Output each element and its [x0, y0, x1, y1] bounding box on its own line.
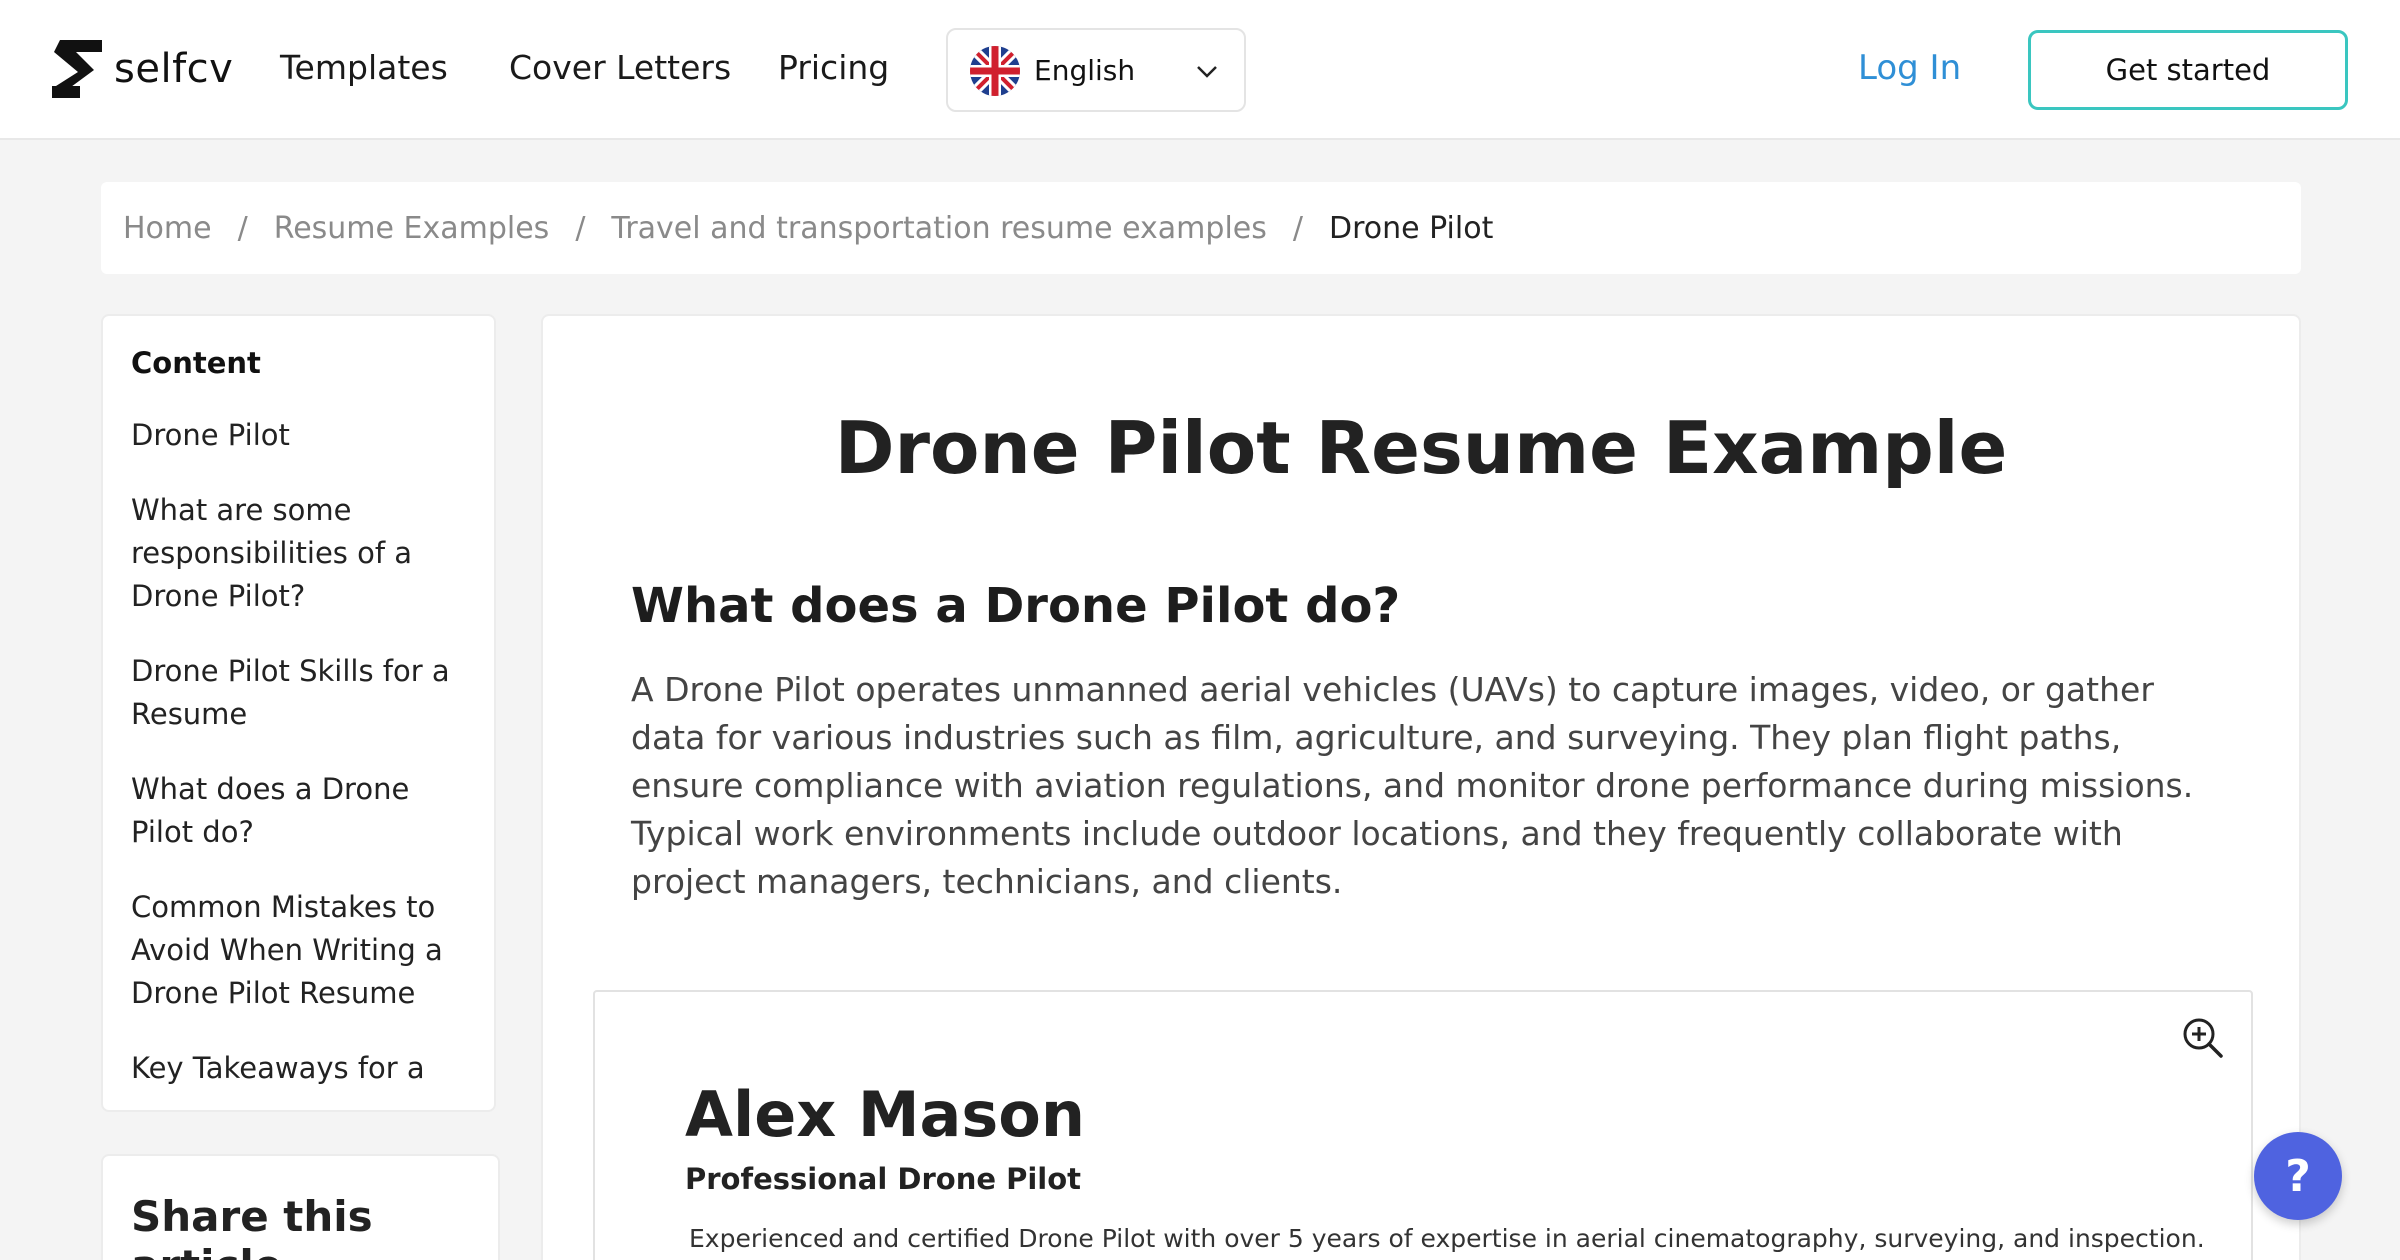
- breadcrumb-current: Drone Pilot: [1328, 210, 1494, 246]
- breadcrumb: Home / Resume Examples / Travel and tran…: [101, 182, 2301, 274]
- get-started-button[interactable]: Get started: [2028, 30, 2348, 110]
- page-title: Drone Pilot Resume Example: [834, 406, 2008, 490]
- resume-role: Professional Drone Pilot: [685, 1162, 1082, 1196]
- breadcrumb-separator: /: [237, 210, 248, 246]
- toc-item[interactable]: Common Mistakes to Avoid When Writing a …: [131, 886, 466, 1015]
- logo-icon: [52, 40, 102, 98]
- share-panel: Share this article: [101, 1154, 500, 1260]
- help-button[interactable]: ?: [2254, 1132, 2342, 1220]
- toc-title: Content: [131, 346, 261, 380]
- resume-preview[interactable]: Alex Mason Professional Drone Pilot Expe…: [593, 990, 2253, 1260]
- breadcrumb-category[interactable]: Travel and transportation resume example…: [611, 211, 1266, 246]
- toc-item[interactable]: What does a Drone Pilot do?: [131, 768, 466, 854]
- nav-templates[interactable]: Templates: [280, 48, 448, 87]
- breadcrumb-home[interactable]: Home: [123, 211, 212, 246]
- breadcrumb-resume-examples[interactable]: Resume Examples: [274, 211, 550, 246]
- section-heading: What does a Drone Pilot do?: [631, 578, 1401, 634]
- table-of-contents: Content Drone Pilot What are some respon…: [101, 314, 496, 1112]
- share-title: Share this article: [131, 1192, 373, 1260]
- nav-pricing[interactable]: Pricing: [778, 48, 889, 87]
- logo-text: selfcv: [114, 46, 234, 92]
- toc-item[interactable]: What are some responsibilities of a Dron…: [131, 489, 466, 618]
- section-body: A Drone Pilot operates unmanned aerial v…: [631, 670, 2194, 901]
- site-header: selfcv Templates Cover Letters Pricing E…: [0, 0, 2400, 140]
- resume-name: Alex Mason: [685, 1078, 1086, 1151]
- nav-cover-letters[interactable]: Cover Letters: [509, 48, 731, 87]
- logo[interactable]: selfcv: [52, 40, 233, 98]
- language-select[interactable]: English: [946, 28, 1246, 112]
- login-link[interactable]: Log In: [1858, 48, 1961, 88]
- zoom-in-icon[interactable]: [2181, 1016, 2225, 1060]
- toc-item[interactable]: Key Takeaways for a: [131, 1047, 466, 1090]
- breadcrumb-separator: /: [575, 210, 586, 246]
- resume-summary: Experienced and certified Drone Pilot wi…: [689, 1224, 2205, 1253]
- toc-item[interactable]: Drone Pilot: [131, 414, 466, 457]
- breadcrumb-separator: /: [1292, 210, 1303, 246]
- language-label: English: [1034, 54, 1136, 87]
- chevron-down-icon: [1197, 66, 1217, 78]
- article: Drone Pilot Resume Example What does a D…: [541, 314, 2301, 1260]
- toc-item[interactable]: Drone Pilot Skills for a Resume: [131, 650, 466, 736]
- uk-flag-icon: [970, 46, 1020, 96]
